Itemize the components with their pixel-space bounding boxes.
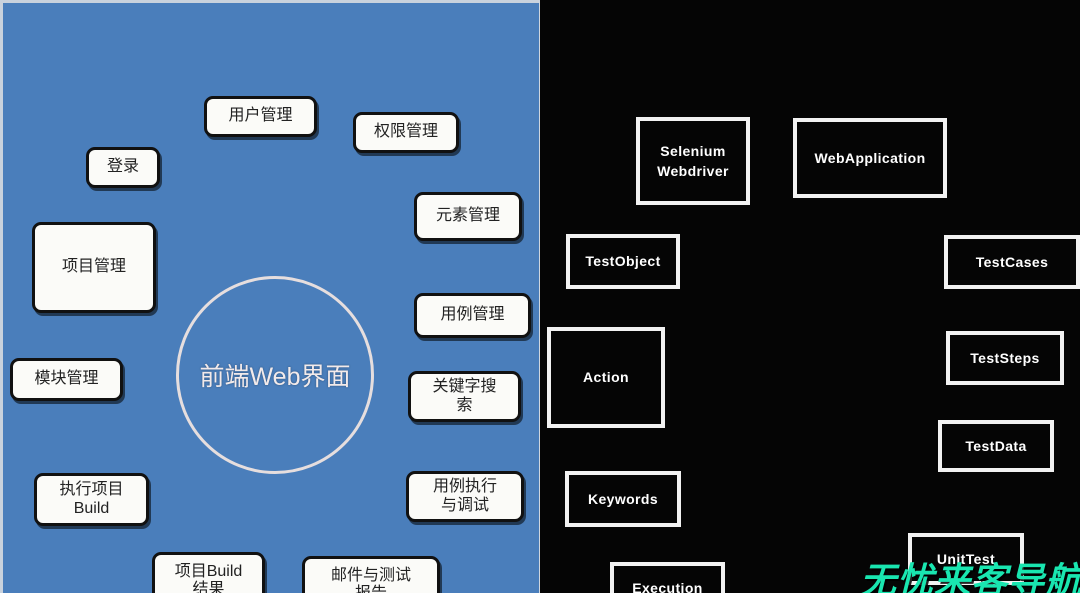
frontend-node-project-management[interactable]: 项目管理 [32,222,156,313]
frontend-node-module-management-label: 模块管理 [34,370,99,388]
backend-node-execution-label: Execution [632,579,703,593]
backend-node-keywords-label: Keywords [587,490,659,507]
frontend-node-module-management[interactable]: 模块管理 [10,358,123,401]
backend-node-testobject-label: TestObject [585,253,661,270]
frontend-node-execute-project-build[interactable]: 执行项目 Build [34,473,149,526]
frontend-node-case-exec-debug-label: 用例执行 与调试 [432,478,497,514]
frontend-node-mail-test-report-label: 邮件与测试报告 [330,566,411,593]
frontend-node-keyword-search-label: 关键字搜索 [432,378,497,414]
backend-node-selenium-webdriver[interactable]: Selenium Webdriver [636,117,750,205]
frontend-node-login-label: 登录 [106,158,139,176]
frontend-node-user-management[interactable]: 用户管理 [204,96,317,137]
frontend-node-login[interactable]: 登录 [86,147,160,188]
frontend-node-project-build-result[interactable]: 项目Build 结果 [152,552,265,593]
backend-node-keywords[interactable]: Keywords [565,471,681,527]
frontend-node-case-exec-debug[interactable]: 用例执行 与调试 [406,471,524,522]
backend-node-unittest-label: UnitTest [936,550,996,567]
backend-node-testcases[interactable]: TestCases [944,235,1080,289]
backend-node-webapplication-label: WebApplication [814,149,926,166]
frontend-node-case-management[interactable]: 用例管理 [414,293,531,338]
frontend-node-permission-management-label: 权限管理 [373,123,438,141]
backend-node-testdata-label: TestData [965,437,1027,454]
frontend-node-permission-management[interactable]: 权限管理 [353,112,459,153]
backend-node-execution[interactable]: Execution [610,562,725,593]
frontend-node-mail-test-report[interactable]: 邮件与测试报告 [302,556,440,593]
frontend-node-project-management-label: 项目管理 [61,258,126,276]
frontend-center-circle: 前端Web界面 [176,276,374,474]
frontend-node-project-build-result-label: 项目Build 结果 [174,562,243,593]
backend-node-teststeps-label: TestSteps [970,349,1040,366]
frontend-node-element-management-label: 元素管理 [435,207,500,225]
frontend-node-user-management-label: 用户管理 [228,107,293,125]
backend-node-testdata[interactable]: TestData [938,420,1054,472]
frontend-node-keyword-search[interactable]: 关键字搜索 [408,371,521,422]
backend-node-testobject[interactable]: TestObject [566,234,680,289]
backend-node-unittest[interactable]: UnitTest [908,533,1024,585]
frontend-node-case-management-label: 用例管理 [440,306,505,324]
diagram-canvas: 前端Web界面 后台自动化框架 用户管理权限管理登录元素管理项目管理用例管理模块… [0,0,1080,593]
backend-node-action[interactable]: Action [547,327,665,428]
frontend-node-element-management[interactable]: 元素管理 [414,192,522,241]
backend-node-action-label: Action [583,369,629,386]
frontend-center-label: 前端Web界面 [199,363,351,391]
backend-node-teststeps[interactable]: TestSteps [946,331,1064,385]
backend-node-testcases-label: TestCases [975,253,1049,270]
backend-node-selenium-webdriver-label: Selenium Webdriver [657,142,729,179]
backend-node-webapplication[interactable]: WebApplication [793,118,947,198]
frontend-node-execute-project-build-label: 执行项目 Build [59,481,124,517]
